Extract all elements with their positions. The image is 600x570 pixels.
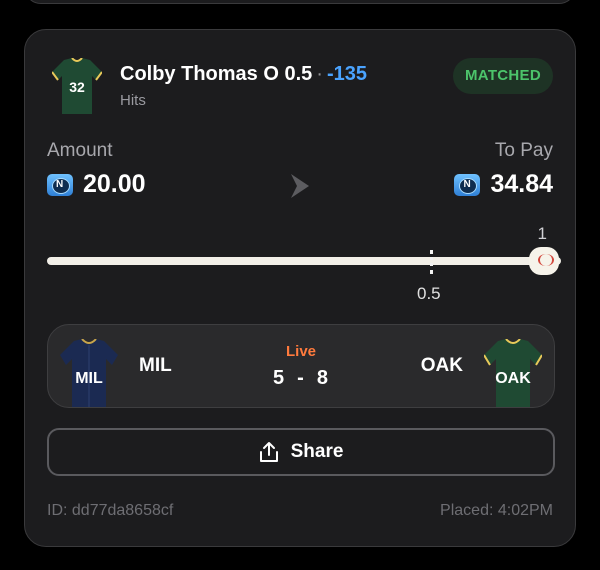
home-score: 5 [273, 367, 286, 389]
to-pay-value: 34.84 [490, 170, 553, 198]
score-separator: - [297, 367, 305, 389]
to-pay-value-row: N 34.84 [454, 170, 553, 199]
player-selection: Colby Thomas O 0.5 [120, 63, 313, 85]
live-status: Live [285, 343, 316, 360]
line-label: 0.5 [417, 284, 441, 303]
coin-icon: N [454, 173, 481, 196]
share-icon [259, 442, 278, 462]
share-button[interactable]: Share [47, 428, 555, 476]
game-scoreboard[interactable]: MIL MIL Live 5-8 OAK OAK [47, 324, 555, 408]
status-badge: MATCHED [453, 58, 553, 94]
slider-thumb[interactable] [529, 247, 559, 275]
placed-time: Placed: 4:02PM [440, 502, 553, 519]
chevron-right-icon [291, 174, 309, 198]
svg-text:32: 32 [69, 79, 85, 95]
slider-max-label: 1 [537, 224, 547, 243]
line-marker [430, 250, 433, 274]
market-label: Hits [120, 92, 146, 109]
amount-value-row: N 20.00 [47, 170, 146, 199]
bet-card: 32 Colby Thomas O 0.5 · -135 Hits MATCHED … [24, 29, 576, 547]
jersey-icon: 32 [52, 58, 102, 114]
odds-value: -135 [326, 63, 367, 85]
svg-text:OAK: OAK [495, 370, 531, 387]
amount-value: 20.00 [83, 170, 146, 198]
oak-jersey-icon: OAK [484, 339, 542, 407]
bet-id: ID: dd77da8658cf [47, 502, 174, 519]
amount-label: Amount [47, 140, 113, 161]
share-label: Share [290, 441, 344, 462]
away-team-label: OAK [420, 355, 463, 376]
to-pay-label: To Pay [494, 140, 553, 161]
separator-dot: · [316, 63, 323, 85]
coin-icon: N [47, 173, 73, 196]
previous-bet-card [24, 0, 576, 4]
away-score: 8 [316, 367, 329, 389]
slider-track[interactable] [47, 257, 561, 265]
score: 5-8 [48, 367, 554, 390]
bet-title: Colby Thomas O 0.5 · -135 [120, 63, 367, 86]
